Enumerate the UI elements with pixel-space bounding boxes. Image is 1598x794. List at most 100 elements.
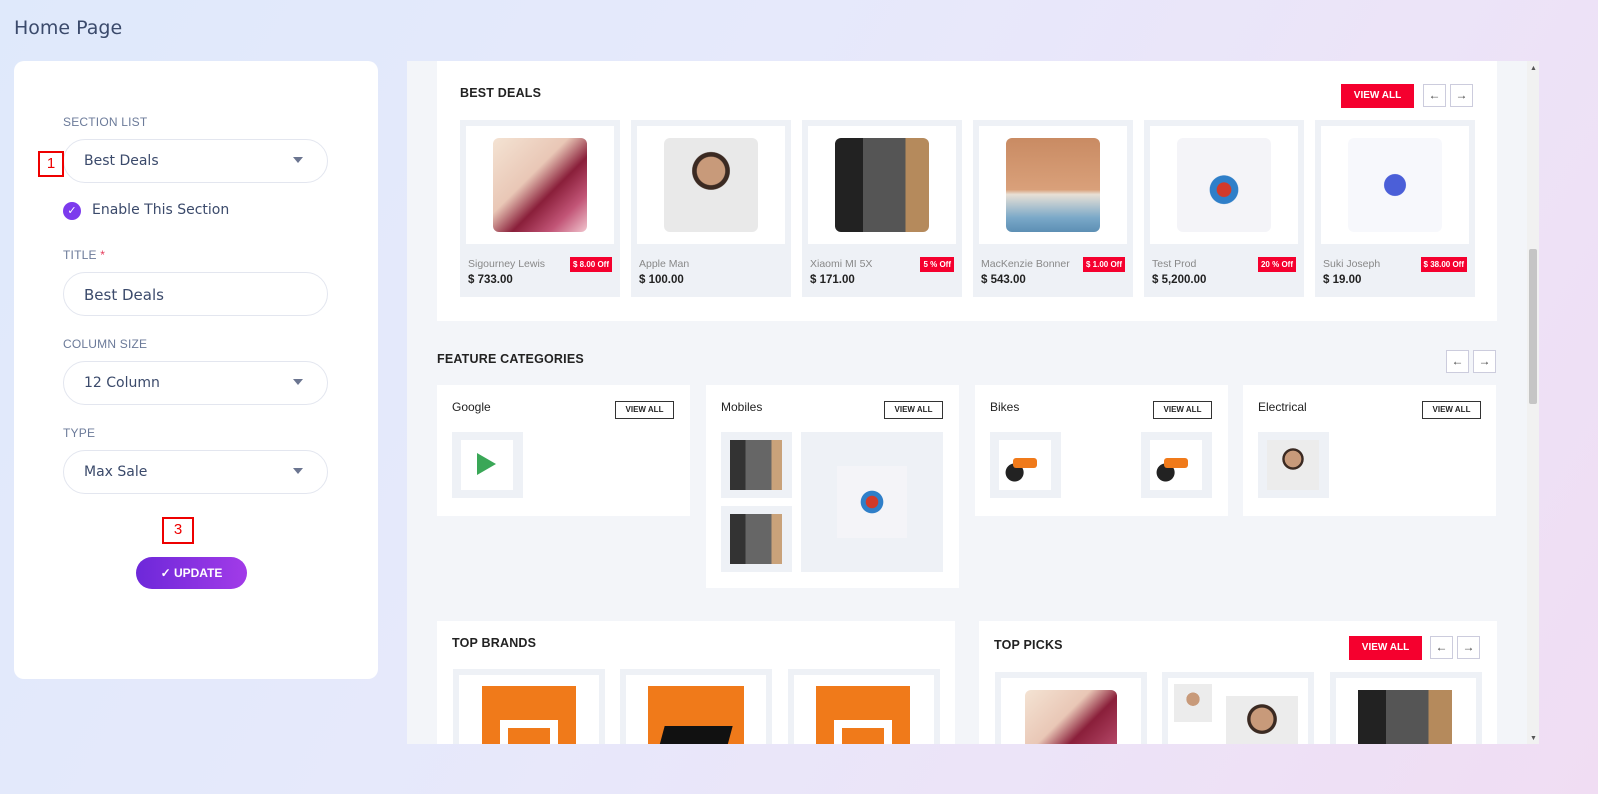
enable-section-label: Enable This Section	[92, 202, 230, 218]
phone-image	[730, 514, 782, 564]
pick-image-box	[1168, 678, 1308, 744]
product-image-box	[808, 126, 956, 244]
pick-card[interactable]	[995, 672, 1147, 744]
check-icon: ✓	[160, 566, 171, 580]
category-card-google: Google VIEW ALL	[437, 385, 690, 516]
handbag-image	[1025, 690, 1117, 744]
caret-down-icon	[293, 468, 303, 474]
google-play-icon	[461, 440, 513, 490]
enable-section-checkbox[interactable]: ✓	[63, 202, 81, 220]
phone-image	[730, 440, 782, 490]
best-deals-next-arrow-icon[interactable]: →	[1450, 84, 1473, 107]
brand-card[interactable]	[788, 669, 940, 744]
top-brands-title: TOP BRANDS	[452, 636, 537, 650]
brand-card[interactable]	[453, 669, 605, 744]
product-name: Apple Man	[639, 258, 690, 270]
category-name: Mobiles	[721, 400, 763, 414]
category-view-all-button[interactable]: VIEW ALL	[615, 401, 674, 419]
step-marker-3: 3	[162, 517, 194, 544]
update-button-label: UPDATE	[173, 566, 223, 580]
product-card[interactable]: MacKenzie Bonner $ 543.00 $ 1.00 Off	[973, 120, 1133, 297]
scroll-up-arrow-icon[interactable]: ▲	[1530, 65, 1537, 72]
best-deals-title: BEST DEALS	[460, 86, 542, 100]
phone-image	[835, 138, 929, 232]
title-input-value: Best Deals	[84, 286, 164, 304]
tshirt-image	[1177, 138, 1271, 232]
category-thumb-large[interactable]	[801, 432, 943, 572]
type-select[interactable]: Max Sale	[63, 450, 328, 494]
offer-badge: $ 8.00 Off	[569, 257, 612, 272]
motorbike-image	[1150, 440, 1202, 490]
scrollbar-thumb[interactable]	[1529, 249, 1537, 404]
section-list-value: Best Deals	[84, 153, 159, 169]
pick-image-box	[1336, 678, 1476, 744]
section-list-select[interactable]: Best Deals	[63, 139, 328, 183]
best-deals-prev-arrow-icon[interactable]: ←	[1423, 84, 1446, 107]
offer-badge: $ 38.00 Off	[1420, 257, 1467, 272]
man-portrait-image	[1267, 440, 1319, 490]
category-thumb[interactable]	[990, 432, 1061, 498]
product-price: $ 171.00	[810, 274, 855, 286]
product-card[interactable]: Xiaomi MI 5X $ 171.00 5 % Off	[802, 120, 962, 297]
top-picks-view-all-button[interactable]: VIEW ALL	[1349, 636, 1422, 660]
preview-scrollbar[interactable]: ▲ ▼	[1527, 61, 1539, 744]
categories-next-arrow-icon[interactable]: →	[1473, 350, 1496, 373]
title-label-text: TITLE	[63, 248, 97, 262]
brand-logo-box	[794, 675, 934, 744]
product-card[interactable]: Apple Man $ 100.00	[631, 120, 791, 297]
category-name: Bikes	[990, 400, 1020, 414]
type-value: Max Sale	[84, 464, 148, 480]
category-view-all-button[interactable]: VIEW ALL	[1153, 401, 1212, 419]
product-name: MacKenzie Bonner	[981, 258, 1070, 270]
title-input[interactable]: Best Deals	[63, 272, 328, 316]
product-price: $ 5,200.00	[1152, 274, 1207, 286]
best-deals-view-all-button[interactable]: VIEW ALL	[1341, 84, 1414, 108]
top-picks-prev-arrow-icon[interactable]: ←	[1430, 636, 1453, 659]
category-card-electrical: Electrical VIEW ALL	[1243, 385, 1496, 516]
tshirt-image	[837, 466, 907, 538]
bike-body	[1013, 458, 1037, 468]
man-portrait-image	[1226, 696, 1298, 744]
update-button[interactable]: ✓ UPDATE	[136, 557, 247, 589]
column-size-value: 12 Column	[84, 375, 160, 391]
category-thumb[interactable]	[452, 432, 523, 498]
caret-down-icon	[293, 157, 303, 163]
category-thumb[interactable]	[1141, 432, 1212, 498]
categories-prev-arrow-icon[interactable]: ←	[1446, 350, 1469, 373]
pick-card[interactable]	[1330, 672, 1482, 744]
pick-card[interactable]	[1162, 672, 1314, 744]
top-picks-next-arrow-icon[interactable]: →	[1457, 636, 1480, 659]
category-thumb[interactable]	[1258, 432, 1329, 498]
product-card[interactable]: Test Prod $ 5,200.00 20 % Off	[1144, 120, 1304, 297]
column-size-select[interactable]: 12 Column	[63, 361, 328, 405]
product-price: $ 733.00	[468, 274, 513, 286]
scroll-down-arrow-icon[interactable]: ▼	[1530, 735, 1537, 742]
product-name: Suki Joseph	[1323, 258, 1381, 270]
product-price: $ 100.00	[639, 274, 684, 286]
product-card[interactable]: Suki Joseph $ 19.00 $ 38.00 Off	[1315, 120, 1475, 297]
mi-logo	[816, 686, 910, 744]
product-image-box	[1150, 126, 1298, 244]
category-card-bikes: Bikes VIEW ALL	[975, 385, 1228, 516]
category-name: Electrical	[1258, 400, 1307, 414]
product-card[interactable]: Sigourney Lewis $ 733.00 $ 8.00 Off	[460, 120, 620, 297]
category-thumb[interactable]	[721, 506, 792, 572]
brand-card[interactable]	[620, 669, 772, 744]
required-mark: *	[100, 248, 106, 262]
page-preview: BEST DEALS VIEW ALL ← → Sigourney Lewis …	[407, 61, 1527, 744]
category-view-all-button[interactable]: VIEW ALL	[1422, 401, 1481, 419]
category-thumb[interactable]	[721, 432, 792, 498]
category-view-all-button[interactable]: VIEW ALL	[884, 401, 943, 419]
bike-body	[1164, 458, 1188, 468]
feature-categories-title: FEATURE CATEGORIES	[437, 352, 584, 366]
product-image-box	[637, 126, 785, 244]
category-card-mobiles: Mobiles VIEW ALL	[706, 385, 959, 588]
step-marker-1: 1	[38, 151, 64, 177]
ktm-logo-mark	[659, 726, 733, 744]
mi-logo-mark	[500, 720, 558, 744]
product-name: Xiaomi MI 5X	[810, 258, 873, 270]
category-name: Google	[452, 400, 491, 414]
brand-logo-box	[626, 675, 766, 744]
product-name: Test Prod	[1152, 258, 1197, 270]
product-price: $ 19.00	[1323, 274, 1362, 286]
